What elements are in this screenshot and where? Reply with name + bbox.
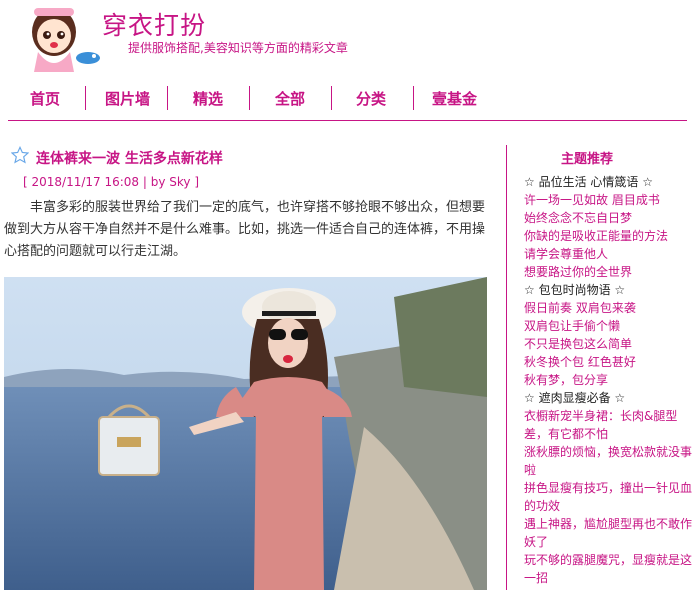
sidebar-link[interactable]: 遇上神器，尴尬腿型再也不敢作妖了 — [524, 515, 694, 551]
sidebar-link[interactable]: 秋冬换个包 红色甚好 — [524, 353, 694, 371]
sidebar-list: ☆ 品位生活 心情箴语 ☆ 许一场一见如故 眉目成书 始终念念不忘自日梦 你缺的… — [524, 173, 694, 587]
nav-photo-wall[interactable]: 图片墙 — [105, 88, 150, 109]
sidebar-link[interactable]: 秋有梦，包分享 — [524, 371, 694, 389]
article-title[interactable]: 连体裤来一波 生活多点新花样 — [36, 148, 223, 168]
sidebar-divider — [506, 145, 507, 590]
sidebar-link[interactable]: 许一场一见如故 眉目成书 — [524, 191, 694, 209]
sidebar-link[interactable]: 拼色显瘦有技巧，撞出一针见血的功效 — [524, 479, 694, 515]
nav-one-foundation[interactable]: 壹基金 — [432, 88, 477, 109]
meta-bracket-close: ] — [190, 175, 200, 189]
article-meta: [ 2018/11/17 16:08 | by Sky ] — [23, 175, 199, 189]
sidebar-link[interactable]: 始终念念不忘自日梦 — [524, 209, 694, 227]
sidebar-link[interactable]: 衣橱新宠半身裙：长肉&腿型差，有它都不怕 — [524, 407, 694, 443]
mascot-logo[interactable] — [24, 2, 102, 72]
site-title[interactable]: 穿衣打扮 — [102, 6, 206, 42]
article-author[interactable]: Sky — [169, 175, 190, 189]
article-excerpt: 丰富多彩的服装世界给了我们一定的底气，也许穿搭不够抢眼不够出众，但想要做到大方从… — [4, 200, 486, 259]
main-nav: 首页 图片墙 精选 全部 分类 壹基金 — [0, 80, 695, 118]
sidebar-section-heading: ☆ 遮肉显瘦必备 ☆ — [524, 391, 626, 405]
nav-categories[interactable]: 分类 — [356, 88, 386, 109]
nav-featured[interactable]: 精选 — [193, 88, 223, 109]
site-subtitle: 提供服饰搭配,美容知识等方面的精彩文章 — [128, 41, 348, 55]
nav-underline — [8, 120, 687, 121]
sidebar-link[interactable]: 你缺的是吸收正能量的方法 — [524, 227, 694, 245]
sidebar-link[interactable]: 不只是换包这么简单 — [524, 335, 694, 353]
sidebar-section-heading: ☆ 包包时尚物语 ☆ — [524, 283, 626, 297]
sidebar-link[interactable]: 双肩包让手偷个懒 — [524, 317, 694, 335]
nav-divider — [167, 86, 168, 110]
site-header: 穿衣打扮 提供服饰搭配,美容知识等方面的精彩文章 — [0, 0, 695, 80]
nav-home[interactable]: 首页 — [30, 88, 60, 109]
nav-divider — [413, 86, 414, 110]
nav-divider — [249, 86, 250, 110]
sidebar-link[interactable]: 涨秋膘的烦恼，换宽松款就没事啦 — [524, 443, 694, 479]
meta-by: | by — [139, 175, 170, 189]
nav-divider — [331, 86, 332, 110]
sidebar-title: 主题推荐 — [561, 152, 614, 167]
article-date: 2018/11/17 16:08 — [31, 175, 140, 189]
sidebar-link[interactable]: 假日前奏 双肩包来袭 — [524, 299, 694, 317]
star-icon — [11, 146, 29, 164]
meta-bracket-open: [ — [23, 175, 32, 189]
sidebar-link[interactable]: 想要路过你的全世界 — [524, 263, 694, 281]
sidebar-section-heading: ☆ 品位生活 心情箴语 ☆ — [524, 175, 653, 189]
sidebar-link[interactable]: 玩不够的露腿魔咒，显瘦就是这一招 — [524, 551, 694, 587]
article-photo[interactable] — [4, 277, 487, 590]
nav-all[interactable]: 全部 — [275, 88, 305, 109]
nav-divider — [85, 86, 86, 110]
sidebar-link[interactable]: 请学会尊重他人 — [524, 245, 694, 263]
